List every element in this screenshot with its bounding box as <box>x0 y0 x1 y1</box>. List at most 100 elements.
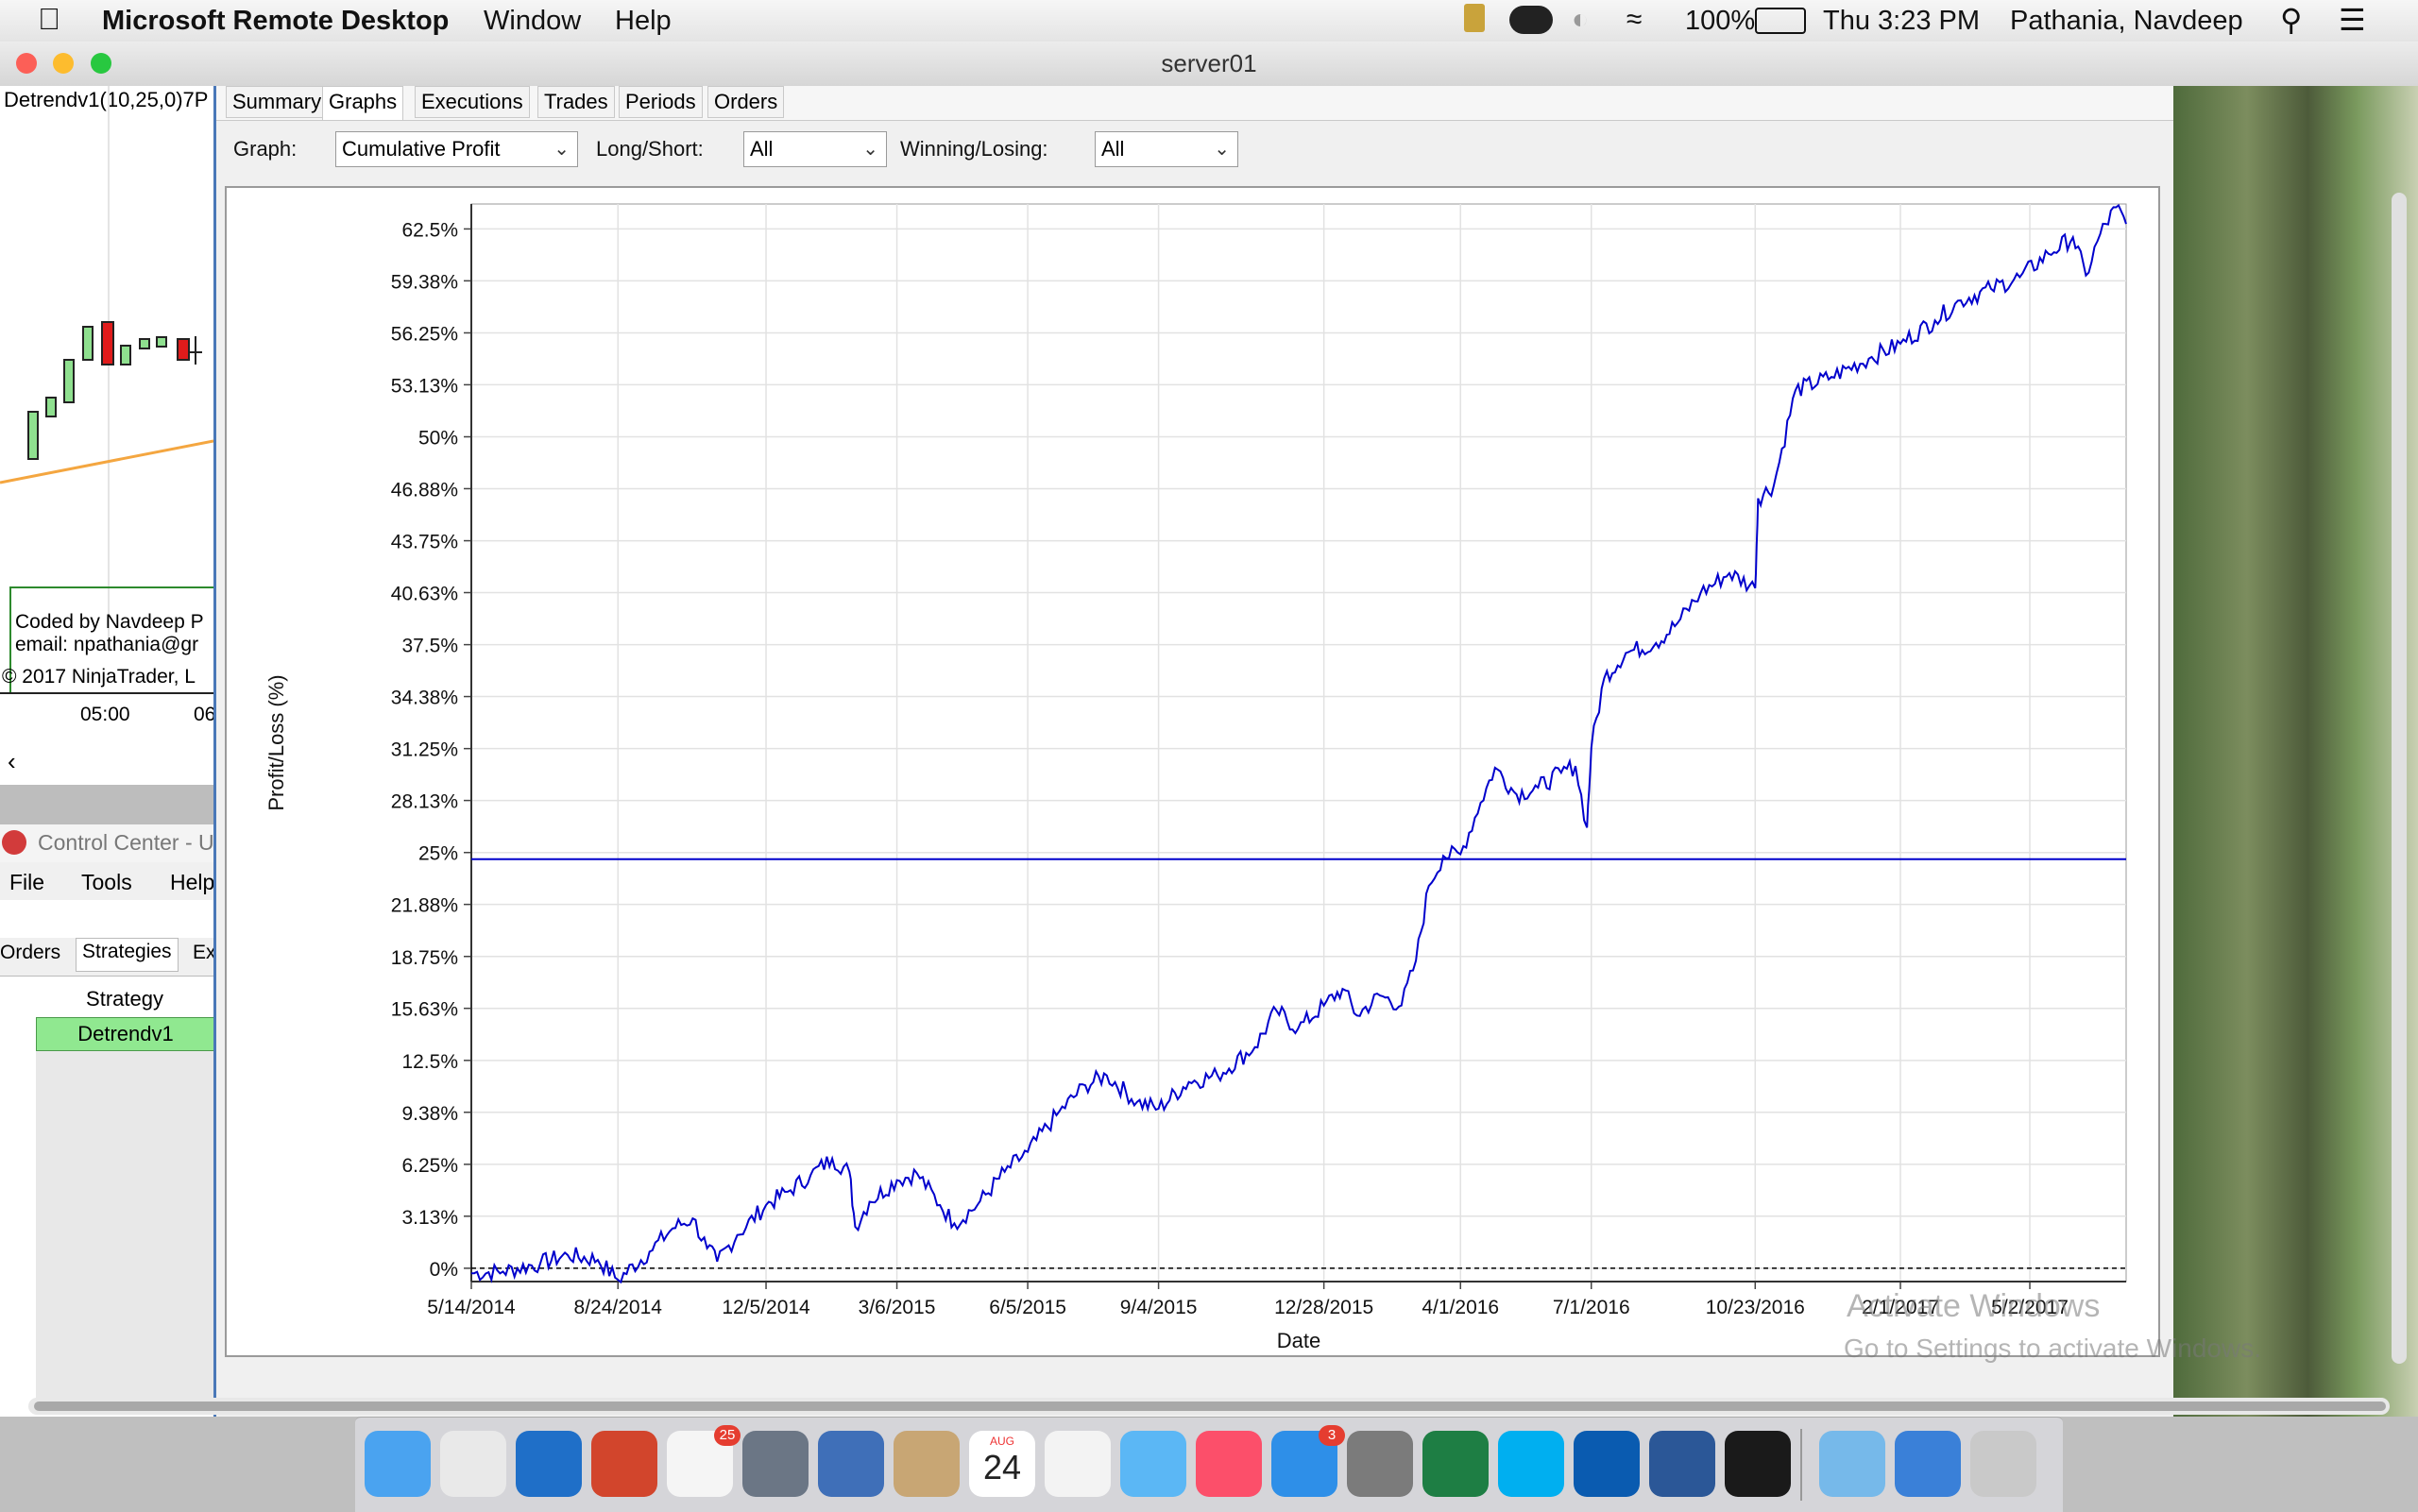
y-tick-label: 3.13% <box>401 1207 458 1229</box>
y-tick-label: 46.88% <box>391 479 458 501</box>
globe-icon[interactable] <box>1895 1431 1961 1497</box>
control-center-tabs: Orders Strategies Ex <box>0 938 213 977</box>
y-tick-label: 50% <box>418 428 458 450</box>
dock-separator <box>1800 1429 1802 1501</box>
x-tick-label: 5/14/2014 <box>427 1297 516 1318</box>
chrome-icon[interactable] <box>440 1431 506 1497</box>
chart-frame: 0% 3.13% 6.25% 9.38% 12.5% 15.63% 18.75% 21.88%… <box>225 186 2160 1357</box>
contacts-icon[interactable] <box>894 1431 960 1497</box>
dock: 25 AUG 24 3 <box>355 1417 2063 1512</box>
long-short-select[interactable]: All ⌄ <box>743 131 887 167</box>
outlook-icon[interactable] <box>516 1431 582 1497</box>
menu-user[interactable]: Pathania, Navdeep <box>2010 6 2243 37</box>
menu-file[interactable]: File <box>9 870 44 895</box>
messages-icon[interactable] <box>1120 1431 1186 1497</box>
long-short-value: All <box>750 137 774 161</box>
x-tick-label: 12/5/2014 <box>722 1297 810 1318</box>
activate-windows-subtitle: Go to Settings to activate Windows. <box>1844 1334 2261 1363</box>
remote-desktop-icon[interactable] <box>591 1431 657 1497</box>
strategy-row[interactable]: Detrendv1 <box>36 1017 213 1051</box>
y-tick-label: 6.25% <box>401 1155 458 1177</box>
menu-window[interactable]: Window <box>484 6 581 37</box>
plot-area <box>470 203 2127 1283</box>
launchpad-icon[interactable] <box>742 1431 809 1497</box>
y-tick-label: 34.38% <box>391 688 458 709</box>
x-tick-label: 7/1/2016 <box>1553 1297 1630 1318</box>
tab-summary[interactable]: Summary <box>226 86 329 118</box>
note-line-2: email: npathania@gr <box>15 634 199 655</box>
strategy-column-header[interactable]: Strategy <box>36 983 213 1015</box>
tab-executions-cc[interactable]: Ex <box>193 942 213 970</box>
y-tick-label: 53.13% <box>391 375 458 397</box>
tab-trades[interactable]: Trades <box>537 86 615 118</box>
left-ninjatrader-pane: Detrendv1(10,25,0)7P Coded by Navdeep P … <box>0 86 213 1417</box>
privacy-icon[interactable] <box>1509 6 1553 34</box>
x-tick-label: 6/5/2015 <box>989 1297 1066 1318</box>
tab-orders[interactable]: Orders <box>707 86 785 118</box>
sap-icon[interactable] <box>1574 1431 1640 1497</box>
battery-percent: 100% <box>1685 6 1756 36</box>
skype-icon[interactable] <box>1498 1431 1564 1497</box>
tab-periods[interactable]: Periods <box>619 86 703 118</box>
slack-icon[interactable]: 25 <box>667 1425 741 1497</box>
menu-help-cc[interactable]: Help <box>170 870 213 895</box>
scrivener-icon[interactable] <box>1725 1431 1791 1497</box>
x-tick-label: 3/6/2015 <box>859 1297 936 1318</box>
apple-icon[interactable]:  <box>38 2 60 37</box>
word-icon[interactable] <box>1649 1431 1715 1497</box>
excel-icon[interactable] <box>1422 1431 1489 1497</box>
scroll-left-arrow-icon[interactable]: ‹ <box>8 747 16 776</box>
chevron-down-icon: ⌄ <box>1214 139 1230 160</box>
y-tick-label: 12.5% <box>401 1051 458 1073</box>
battery-icon[interactable] <box>1755 8 1806 34</box>
menu-help[interactable]: Help <box>615 6 672 37</box>
y-tick-label: 37.5% <box>401 636 458 657</box>
long-short-label: Long/Short: <box>596 137 704 161</box>
desktop-wallpaper <box>2173 86 2418 1417</box>
tab-orders-cc[interactable]: Orders <box>0 942 60 970</box>
app-store-icon[interactable]: 3 <box>1271 1425 1345 1497</box>
y-tick-label: 21.88% <box>391 895 458 917</box>
y-tick-label: 15.63% <box>391 999 458 1021</box>
y-tick-label: 25% <box>418 843 458 865</box>
horizontal-scroll-thumb[interactable] <box>34 1402 2386 1411</box>
tab-graphs[interactable]: Graphs <box>322 86 404 120</box>
wifi-icon[interactable]: ≈ <box>1626 4 1642 36</box>
trash-icon[interactable] <box>1970 1431 2036 1497</box>
calendar-icon[interactable]: AUG 24 <box>969 1431 1035 1497</box>
vertical-scrollbar[interactable] <box>2392 193 2407 1364</box>
menu-tools[interactable]: Tools <box>81 870 132 895</box>
y-tick-label: 59.38% <box>391 271 458 293</box>
shield-icon[interactable] <box>1464 4 1485 32</box>
tab-executions[interactable]: Executions <box>415 86 530 118</box>
winning-losing-select[interactable]: All ⌄ <box>1095 131 1238 167</box>
menu-clock[interactable]: Thu 3:23 PM <box>1823 6 1980 37</box>
window-title: server01 <box>1161 49 1257 77</box>
itunes-icon[interactable] <box>1196 1431 1262 1497</box>
notification-center-icon[interactable]: ☰ <box>2339 2 2366 38</box>
system-preferences-icon[interactable] <box>1347 1431 1413 1497</box>
tab-bar: Summary Graphs Executions Trades Periods… <box>216 86 2176 121</box>
control-center-titlebar: Control Center - U <box>0 824 213 862</box>
spotlight-icon[interactable]: ⚲ <box>2280 2 2302 38</box>
chevron-down-icon: ⌄ <box>862 139 878 160</box>
left-horizontal-scrollbar[interactable] <box>0 785 213 824</box>
graph-select-value: Cumulative Profit <box>342 137 501 161</box>
y-tick-label: 28.13% <box>391 791 458 813</box>
menu-app-name[interactable]: Microsoft Remote Desktop <box>102 6 449 37</box>
activate-windows-title: Activate Windows <box>1847 1288 2101 1324</box>
time-tick-2: 06 <box>194 704 213 725</box>
y-tick-label: 9.38% <box>401 1103 458 1125</box>
finder-icon[interactable] <box>365 1431 431 1497</box>
x-tick-label: 4/1/2016 <box>1422 1297 1499 1318</box>
photos-icon[interactable] <box>1045 1431 1111 1497</box>
y-tick-label: 40.63% <box>391 583 458 604</box>
sync-icon[interactable]: ◐ <box>1572 4 1589 36</box>
graph-select[interactable]: Cumulative Profit ⌄ <box>335 131 578 167</box>
preview-icon[interactable] <box>818 1431 884 1497</box>
winning-losing-value: All <box>1101 137 1125 161</box>
menu-bar:  Microsoft Remote Desktop Window Help ◐… <box>0 0 2418 42</box>
tab-strategies-cc[interactable]: Strategies <box>76 938 179 972</box>
downloads-folder-icon[interactable] <box>1819 1431 1885 1497</box>
notification-badge: 25 <box>714 1425 741 1446</box>
